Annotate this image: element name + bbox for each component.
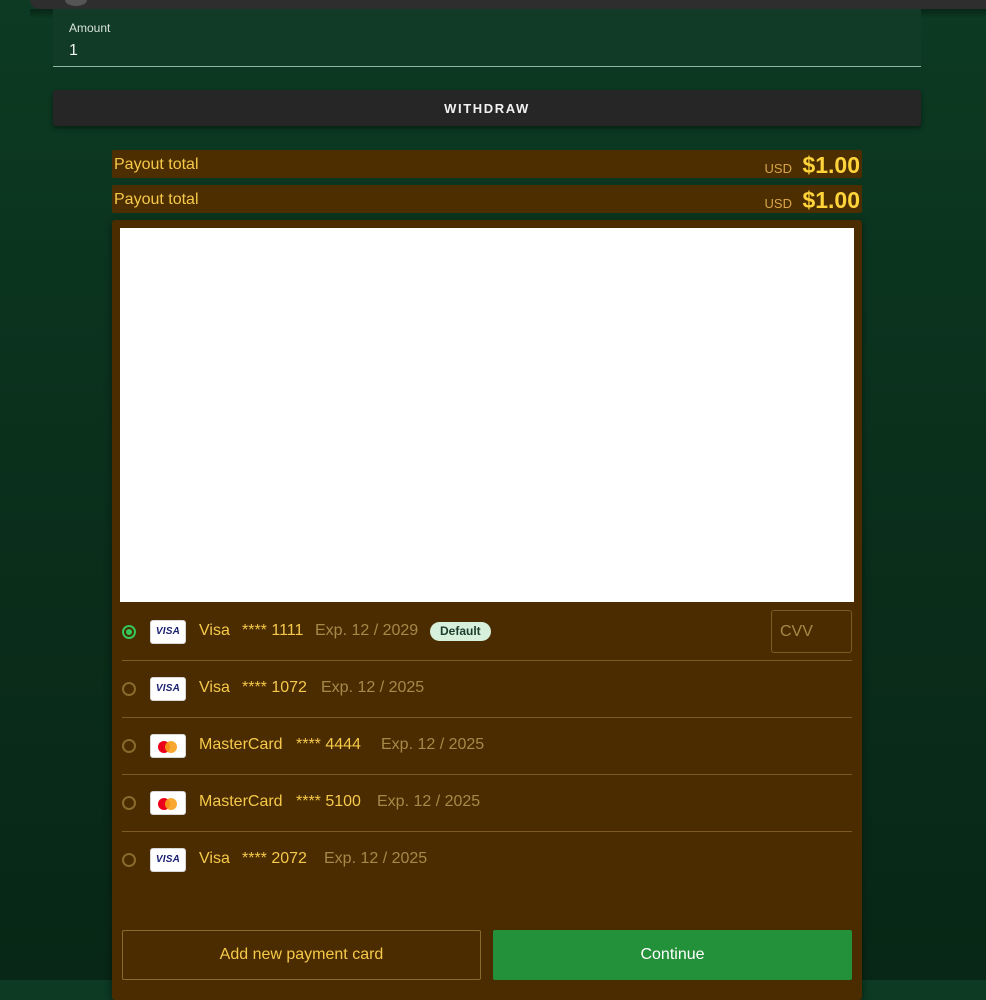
mastercard-orange-circle [165,741,177,753]
radio-unselected[interactable] [122,682,136,696]
payout-currency: USD [764,161,792,176]
amount-field[interactable]: Amount [53,9,921,67]
mastercard-logo-icon [150,734,186,758]
visa-logo-text: VISA [155,854,181,865]
default-badge: Default [430,622,491,641]
payout-total-row: Payout total USD $1.00 [112,185,862,213]
browser-tab-icon [65,0,87,6]
card-option-visa-1072[interactable]: VISA Visa **** 1072 Exp. 12 / 2025 [122,661,852,718]
payment-card-panel: VISA Visa **** 1111 Exp. 12 / 2029 Defau… [112,220,862,1000]
visa-logo-icon: VISA [150,848,186,872]
card-expiry: Exp. 12 / 2025 [324,850,428,867]
radio-unselected[interactable] [122,853,136,867]
card-brand: Visa [199,679,230,696]
card-option-visa-2072[interactable]: VISA Visa **** 2072 Exp. 12 / 2025 [122,832,852,888]
card-expiry: Exp. 12 / 2025 [377,793,481,810]
card-brand: MasterCard [199,736,283,753]
payout-total-label: Payout total [114,191,199,208]
card-number: **** 1111 [242,622,304,639]
radio-unselected[interactable] [122,796,136,810]
card-number: **** 4444 [296,736,361,753]
browser-top-bar [30,0,986,9]
card-option-mastercard-5100[interactable]: MasterCard **** 5100 Exp. 12 / 2025 [122,775,852,832]
cvv-input[interactable] [771,610,852,653]
continue-button[interactable]: Continue [493,930,852,980]
card-expiry: Exp. 12 / 2025 [381,736,485,753]
card-option-visa-1111[interactable]: VISA Visa **** 1111 Exp. 12 / 2029 Defau… [122,604,852,661]
payout-total-row: Payout total USD $1.00 [112,150,862,178]
amount-input[interactable] [69,40,889,62]
card-option-mastercard-4444[interactable]: MasterCard **** 4444 Exp. 12 / 2025 [122,718,852,775]
card-expiry: Exp. 12 / 2025 [321,679,425,696]
card-brand: MasterCard [199,793,283,810]
add-payment-card-button[interactable]: Add new payment card [122,930,481,980]
saved-cards-list: VISA Visa **** 1111 Exp. 12 / 2029 Defau… [122,604,852,888]
card-expiry: Exp. 12 / 2029 [315,622,419,639]
mastercard-logo-icon [150,791,186,815]
payout-amount: $1.00 [802,152,860,178]
embedded-frame [120,228,854,602]
amount-label: Amount [69,21,111,35]
payout-total-label: Payout total [114,156,199,173]
payout-currency: USD [764,196,792,211]
visa-logo-text: VISA [155,683,181,694]
withdraw-button[interactable]: WITHDRAW [53,90,921,126]
radio-unselected[interactable] [122,739,136,753]
card-number: **** 2072 [242,850,307,867]
card-brand: Visa [199,622,230,639]
visa-logo-icon: VISA [150,620,186,644]
card-number: **** 5100 [296,793,361,810]
visa-logo-text: VISA [155,626,181,637]
mastercard-orange-circle [165,798,177,810]
card-number: **** 1072 [242,679,307,696]
card-brand: Visa [199,850,230,867]
visa-logo-icon: VISA [150,677,186,701]
radio-selected[interactable] [122,625,136,639]
payout-amount: $1.00 [802,187,860,213]
